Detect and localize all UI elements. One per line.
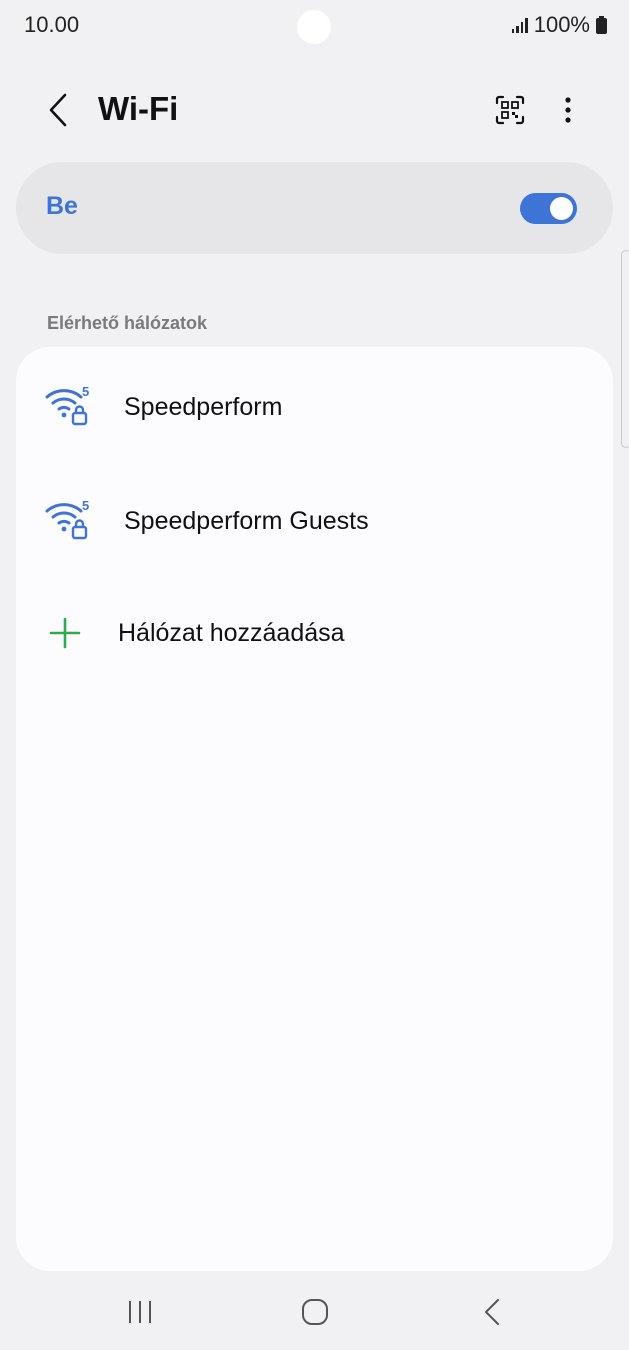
- network-name: Speedperform Guests: [124, 507, 369, 535]
- status-time: 10.00: [24, 12, 80, 37]
- recents-button[interactable]: [118, 1296, 162, 1328]
- home-button[interactable]: [293, 1294, 337, 1330]
- available-networks-header: Elérhető hálózatok: [47, 313, 208, 333]
- wifi-5ghz-lock-icon: 5: [45, 498, 89, 540]
- home-icon: [302, 1299, 328, 1325]
- app-header: Wi-Fi: [0, 70, 629, 150]
- battery-percent: 100%: [533, 12, 590, 37]
- camera-cutout: [297, 10, 331, 44]
- wifi-toggle-label: Be: [46, 192, 78, 220]
- network-item-speedperform[interactable]: 5 Speedperform: [16, 355, 613, 455]
- back-button[interactable]: [36, 88, 80, 132]
- page-title: Wi-Fi: [98, 90, 179, 127]
- svg-text:5: 5: [82, 384, 89, 399]
- network-name: Speedperform: [124, 393, 283, 421]
- wifi-toggle-switch[interactable]: [520, 193, 577, 224]
- add-network-label: Hálózat hozzáadása: [118, 619, 345, 647]
- qr-code-button[interactable]: [488, 88, 532, 132]
- wifi-master-toggle-row[interactable]: Be: [16, 162, 613, 254]
- more-vert-icon: [565, 97, 571, 123]
- signal-icon: [511, 17, 528, 33]
- toggle-knob: [550, 197, 573, 220]
- plus-icon: [49, 617, 81, 649]
- more-options-button[interactable]: [546, 88, 590, 132]
- status-icons: 100%: [511, 12, 607, 38]
- wifi-5ghz-lock-icon: 5: [45, 384, 89, 426]
- network-item-speedperform-guests[interactable]: 5 Speedperform Guests: [16, 469, 613, 569]
- battery-icon: [596, 16, 607, 34]
- add-network-button[interactable]: Hálózat hozzáadása: [16, 583, 613, 683]
- navigation-bar: [0, 1272, 629, 1350]
- chevron-left-icon: [49, 93, 67, 127]
- qr-code-icon: [495, 95, 525, 125]
- status-bar: 10.00 100%: [0, 0, 629, 56]
- scrollbar[interactable]: [621, 250, 629, 448]
- svg-text:5: 5: [82, 498, 89, 513]
- network-list: 5 Speedperform 5 Speedperform Guests Hál…: [16, 347, 613, 1271]
- back-icon: [485, 1299, 499, 1325]
- nav-back-button[interactable]: [470, 1294, 514, 1330]
- recents-icon: [129, 1301, 151, 1323]
